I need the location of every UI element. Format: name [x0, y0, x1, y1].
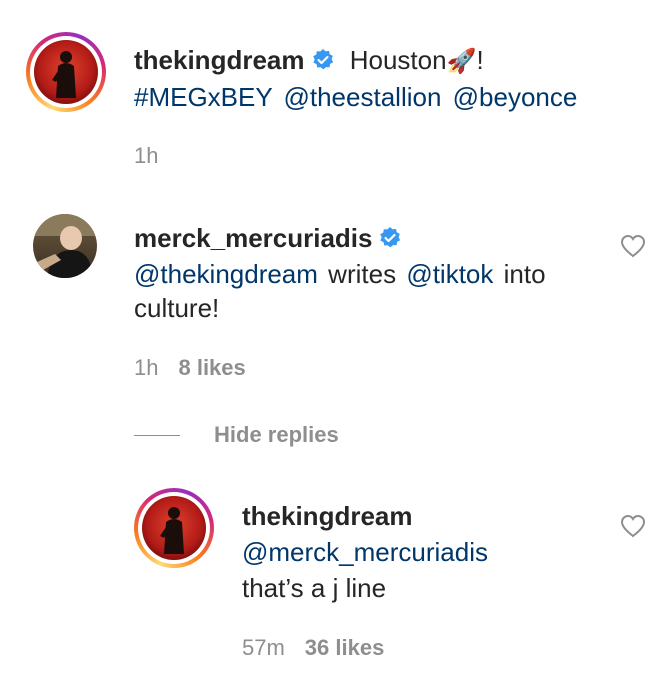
reply-line-3: that’s a j line [242, 570, 386, 606]
hide-replies-label[interactable]: Hide replies [214, 422, 339, 448]
comment-line-3: culture! [134, 290, 219, 326]
reply-username[interactable]: thekingdream [242, 501, 413, 531]
comment-username[interactable]: merck_mercuriadis [134, 223, 372, 253]
caption-line-1: thekingdream Houston🚀! [134, 42, 484, 81]
avatar-image [142, 496, 206, 560]
reply-likes[interactable]: 36 likes [305, 635, 385, 660]
comment-text: culture! [134, 293, 220, 323]
divider [134, 435, 180, 436]
post-time[interactable]: 1h [134, 143, 158, 168]
comment-item: merck_mercuriadis @thekingdream writes @… [0, 200, 666, 400]
avatar-figure-icon [34, 40, 98, 104]
comment-line-2: @thekingdream writes @tiktok into [134, 256, 546, 292]
rocket-icon: 🚀 [446, 48, 477, 75]
post-caption: thekingdream Houston🚀! #MEGxBEY @theesta… [0, 0, 666, 180]
comment-text: writes [328, 259, 397, 289]
reply-item: thekingdream @merck_mercuriadis that’s a… [0, 476, 666, 676]
reply-avatar[interactable] [134, 488, 214, 568]
avatar-figure-icon [142, 496, 206, 560]
reply-text: that’s a j line [242, 573, 387, 603]
mention-link[interactable]: @beyonce [453, 82, 578, 112]
post-username[interactable]: thekingdream [134, 45, 305, 75]
caption-line-2: #MEGxBEY @theestallion @beyonce [134, 79, 577, 115]
reply-meta: 57m 36 likes [242, 634, 384, 662]
verified-badge-icon [378, 223, 402, 259]
comment-likes[interactable]: 8 likes [178, 355, 245, 380]
reply-line-2: @merck_mercuriadis [242, 534, 488, 570]
mention-link[interactable]: @merck_mercuriadis [242, 537, 488, 567]
reply-time[interactable]: 57m [242, 635, 285, 660]
caption-end: ! [476, 45, 484, 75]
comment-avatar[interactable] [33, 214, 97, 278]
verified-badge-icon [311, 45, 335, 81]
avatar-person-icon [33, 214, 97, 278]
heart-outline-icon[interactable] [620, 234, 646, 263]
mention-link[interactable]: @theestallion [283, 82, 441, 112]
post-meta: 1h [134, 142, 158, 170]
comment-meta: 1h 8 likes [134, 354, 246, 382]
reply-line-1: thekingdream [242, 498, 413, 534]
mention-link[interactable]: @tiktok [406, 259, 493, 289]
comment-time[interactable]: 1h [134, 355, 158, 380]
comment-text: into [503, 259, 546, 289]
comment-line-1: merck_mercuriadis [134, 220, 402, 259]
post-avatar[interactable] [26, 32, 106, 112]
heart-outline-icon[interactable] [620, 514, 646, 543]
hashtag-link[interactable]: #MEGxBEY [134, 82, 272, 112]
avatar-image [34, 40, 98, 104]
caption-text: Houston [349, 45, 447, 75]
mention-link[interactable]: @thekingdream [134, 259, 318, 289]
